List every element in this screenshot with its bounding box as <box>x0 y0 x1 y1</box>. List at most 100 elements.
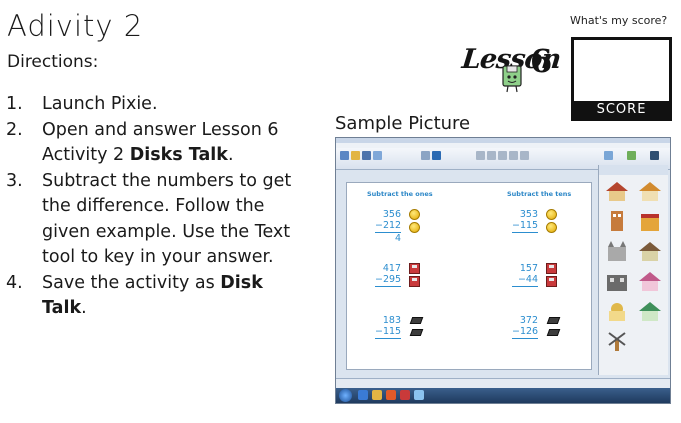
subtrahend: 295 <box>382 274 402 285</box>
keyboard-sticker-icon <box>546 329 561 336</box>
right-column-heading: Subtract the tens <box>507 190 572 198</box>
directions-label: Directions: <box>7 52 99 72</box>
ie-taskbar-icon[interactable] <box>358 390 368 400</box>
coin-sticker-icon <box>546 209 557 220</box>
windows-taskbar <box>336 388 670 403</box>
page-icon <box>421 151 430 160</box>
keyboard-sticker-icon <box>409 317 424 324</box>
mosque-sticker-icon[interactable] <box>603 299 631 323</box>
score-box: SCORE <box>571 37 672 121</box>
floppy-disk-sticker-icon <box>546 276 557 287</box>
subtraction-problem: 183 −115 <box>375 315 401 339</box>
building-sticker-icon[interactable] <box>603 269 631 293</box>
floppy-disk-sticker-icon <box>409 276 420 287</box>
stickers-icon <box>650 151 659 160</box>
subtraction-problem: 157 −44 <box>512 263 538 287</box>
difference[interactable] <box>512 232 538 233</box>
score-label: SCORE <box>574 101 669 118</box>
open-icon <box>351 151 360 160</box>
floppy-mascot-icon <box>502 65 522 93</box>
status-bar <box>336 378 670 388</box>
step-text: Launch Pixie. <box>42 94 158 114</box>
delete-icon <box>520 151 529 160</box>
house-sticker-icon[interactable] <box>636 179 664 203</box>
difference[interactable] <box>512 286 538 287</box>
keyboard-sticker-icon <box>546 317 561 324</box>
lesson-logo-number: 6 <box>530 42 553 80</box>
step-number: 2. <box>6 119 23 140</box>
sample-screenshot: Subtract the ones Subtract the tens 356 … <box>335 137 671 404</box>
text-tool-icon <box>432 151 441 160</box>
difference[interactable] <box>375 286 401 287</box>
difference[interactable] <box>512 338 538 339</box>
step-text: Save the activity as <box>42 272 221 293</box>
step-item: 1. Launch Pixie. <box>6 92 311 118</box>
subtrahend-row: −115 <box>375 326 402 337</box>
minuend: 372 <box>519 315 538 326</box>
subtrahend: 126 <box>519 326 539 337</box>
shop-sticker-icon[interactable] <box>636 209 664 233</box>
floppy-disk-sticker-icon <box>546 263 557 274</box>
difference[interactable]: 4 <box>375 232 401 244</box>
building-sticker-icon[interactable] <box>603 209 631 233</box>
start-button-icon[interactable] <box>339 389 352 402</box>
house-sticker-icon[interactable] <box>636 239 664 263</box>
subtraction-problem: 353 −115 <box>512 209 538 233</box>
options-icon <box>604 151 613 160</box>
undo-icon <box>476 151 485 160</box>
directions-list: 1. Launch Pixie. 2. Open and answer Lesson… <box>6 92 311 322</box>
coin-sticker-icon <box>409 222 420 233</box>
lesson-logo: Lesson 6 <box>460 40 562 98</box>
minuend: 353 <box>519 209 538 220</box>
step-text: Subtract the numbers to get the differen… <box>42 170 292 268</box>
house-sticker-icon[interactable] <box>603 179 631 203</box>
paste-icon <box>509 151 518 160</box>
activity-title: Adivity 2 <box>7 9 144 43</box>
new-icon <box>340 151 349 160</box>
activity-canvas: Subtract the ones Subtract the tens 356 … <box>346 182 592 370</box>
subtrahend-row: −115 <box>512 220 539 231</box>
minuend: 417 <box>382 263 401 274</box>
subtrahend-row: −295 <box>375 274 402 285</box>
subtraction-problem: 372 −126 <box>512 315 538 339</box>
step-item: 2. Open and answer Lesson 6 Activity 2 Di… <box>6 118 311 169</box>
sticker-panel <box>598 165 668 375</box>
step-text-end: . <box>81 298 87 318</box>
minuend: 356 <box>382 209 401 220</box>
house-sticker-icon[interactable] <box>636 299 664 323</box>
step-bold-text: Disks Talk <box>129 145 228 165</box>
sticker-panel-header <box>599 165 668 175</box>
minuend: 183 <box>382 315 401 326</box>
subtrahend: 115 <box>382 326 402 337</box>
subtrahend: 44 <box>525 274 538 285</box>
step-number: 3. <box>6 170 23 191</box>
castle-sticker-icon[interactable] <box>603 239 631 263</box>
save-icon <box>362 151 371 160</box>
folder-taskbar-icon[interactable] <box>372 390 382 400</box>
subtrahend: 115 <box>519 220 539 231</box>
score-question: What's my score? <box>570 14 668 27</box>
keyboard-sticker-icon <box>409 329 424 336</box>
subtraction-problem: 356 −212 4 <box>375 209 401 244</box>
step-number: 4. <box>6 272 23 293</box>
house-sticker-icon[interactable] <box>636 269 664 293</box>
left-column-heading: Subtract the ones <box>367 190 433 198</box>
step-text-end: . <box>227 145 234 165</box>
step-item: 4. Save the activity as Disk Talk. <box>6 271 311 322</box>
paint-icon <box>627 151 636 160</box>
subtrahend-row: −44 <box>517 274 538 285</box>
subtraction-problem: 417 −295 <box>375 263 401 287</box>
step-number: 1. <box>6 94 23 114</box>
step-item: 3. Subtract the numbers to get the differ… <box>6 169 311 271</box>
app-taskbar-icon[interactable] <box>400 390 410 400</box>
subtrahend-row: −212 <box>375 220 402 231</box>
subtrahend: 212 <box>382 220 402 231</box>
coin-sticker-icon <box>409 209 420 220</box>
windmill-sticker-icon[interactable] <box>603 329 631 353</box>
coin-sticker-icon <box>546 222 557 233</box>
pixie-taskbar-icon[interactable] <box>414 390 424 400</box>
redo-icon <box>487 151 496 160</box>
difference[interactable] <box>375 338 401 339</box>
copy-icon <box>498 151 507 160</box>
media-taskbar-icon[interactable] <box>386 390 396 400</box>
